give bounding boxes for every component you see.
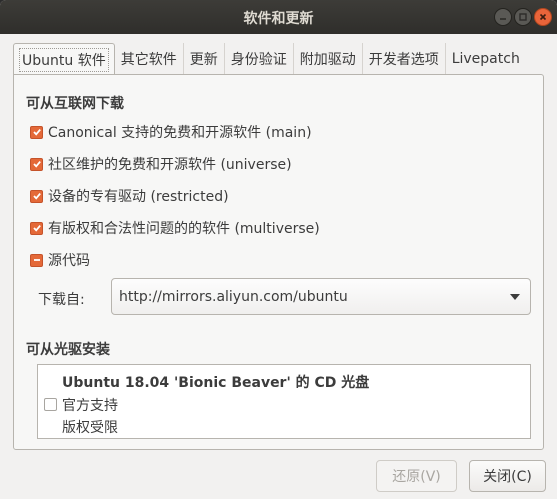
tab-additional-drivers[interactable]: 附加驱动 <box>294 43 363 75</box>
option-source-code[interactable]: 源代码 <box>30 250 90 270</box>
cdrom-item-support: 官方支持 <box>62 398 118 414</box>
tab-ubuntu-software[interactable]: Ubuntu 软件 <box>13 43 115 76</box>
title-bar[interactable]: 软件和更新 <box>0 0 557 34</box>
option-label: Canonical 支持的免费和开源软件 (main) <box>48 125 312 141</box>
download-from-label: 下载自: <box>38 292 85 308</box>
universe-checkbox[interactable] <box>30 157 43 171</box>
cdrom-item-restricted: 版权受限 <box>62 420 118 436</box>
close-window-button[interactable] <box>534 8 552 26</box>
cdrom-section-heading: 可从光驱安装 <box>26 342 110 358</box>
maximize-icon <box>519 13 527 21</box>
cdrom-list: Ubuntu 18.04 'Bionic Beaver' 的 CD 光盘 官方支… <box>37 364 531 439</box>
cdrom-checkbox[interactable] <box>44 398 57 411</box>
maximize-button[interactable] <box>514 8 532 26</box>
multiverse-checkbox[interactable] <box>30 221 43 235</box>
minimize-button[interactable] <box>494 8 512 26</box>
revert-button[interactable]: 还原(V) <box>376 460 457 492</box>
checkmark-icon <box>32 193 41 200</box>
tab-livepatch[interactable]: Livepatch <box>446 43 526 75</box>
tab-updates[interactable]: 更新 <box>184 43 225 75</box>
dropdown-arrow-icon <box>510 294 520 300</box>
checkmark-icon <box>32 129 41 136</box>
download-server-value: http://mirrors.aliyun.com/ubuntu <box>119 288 348 305</box>
checkmark-icon <box>32 161 41 168</box>
mixed-state-icon <box>33 259 40 261</box>
close-icon <box>539 13 547 21</box>
option-label: 源代码 <box>48 253 90 269</box>
option-main[interactable]: Canonical 支持的免费和开源软件 (main) <box>30 122 312 142</box>
close-button[interactable]: 关闭(C) <box>469 460 546 492</box>
option-restricted[interactable]: 设备的专有驱动 (restricted) <box>30 186 229 206</box>
restricted-checkbox[interactable] <box>30 189 43 203</box>
source-code-checkbox[interactable] <box>30 253 43 267</box>
option-universe[interactable]: 社区维护的免费和开源软件 (universe) <box>30 154 292 174</box>
window-title: 软件和更新 <box>243 11 314 27</box>
minimize-icon <box>500 18 506 20</box>
tab-other-software[interactable]: 其它软件 <box>115 43 184 75</box>
main-checkbox[interactable] <box>30 125 43 139</box>
cdrom-item-title: Ubuntu 18.04 'Bionic Beaver' 的 CD 光盘 <box>62 375 370 391</box>
download-server-dropdown[interactable]: http://mirrors.aliyun.com/ubuntu <box>111 278 531 315</box>
software-updates-window: 软件和更新 Ubuntu 软件 其它软件 更新 身份验证 附加驱动 开发者选项 … <box>0 0 557 499</box>
option-label: 有版权和合法性问题的的软件 (multiverse) <box>48 221 320 237</box>
tab-bar: Ubuntu 软件 其它软件 更新 身份验证 附加驱动 开发者选项 Livepa… <box>13 43 544 76</box>
option-label: 社区维护的免费和开源软件 (universe) <box>48 157 292 173</box>
option-label: 设备的专有驱动 (restricted) <box>48 189 229 205</box>
option-multiverse[interactable]: 有版权和合法性问题的的软件 (multiverse) <box>30 218 320 238</box>
internet-section-heading: 可从互联网下载 <box>26 96 124 112</box>
checkmark-icon <box>32 225 41 232</box>
tab-developer-options[interactable]: 开发者选项 <box>363 43 446 75</box>
tab-authentication[interactable]: 身份验证 <box>225 43 294 75</box>
